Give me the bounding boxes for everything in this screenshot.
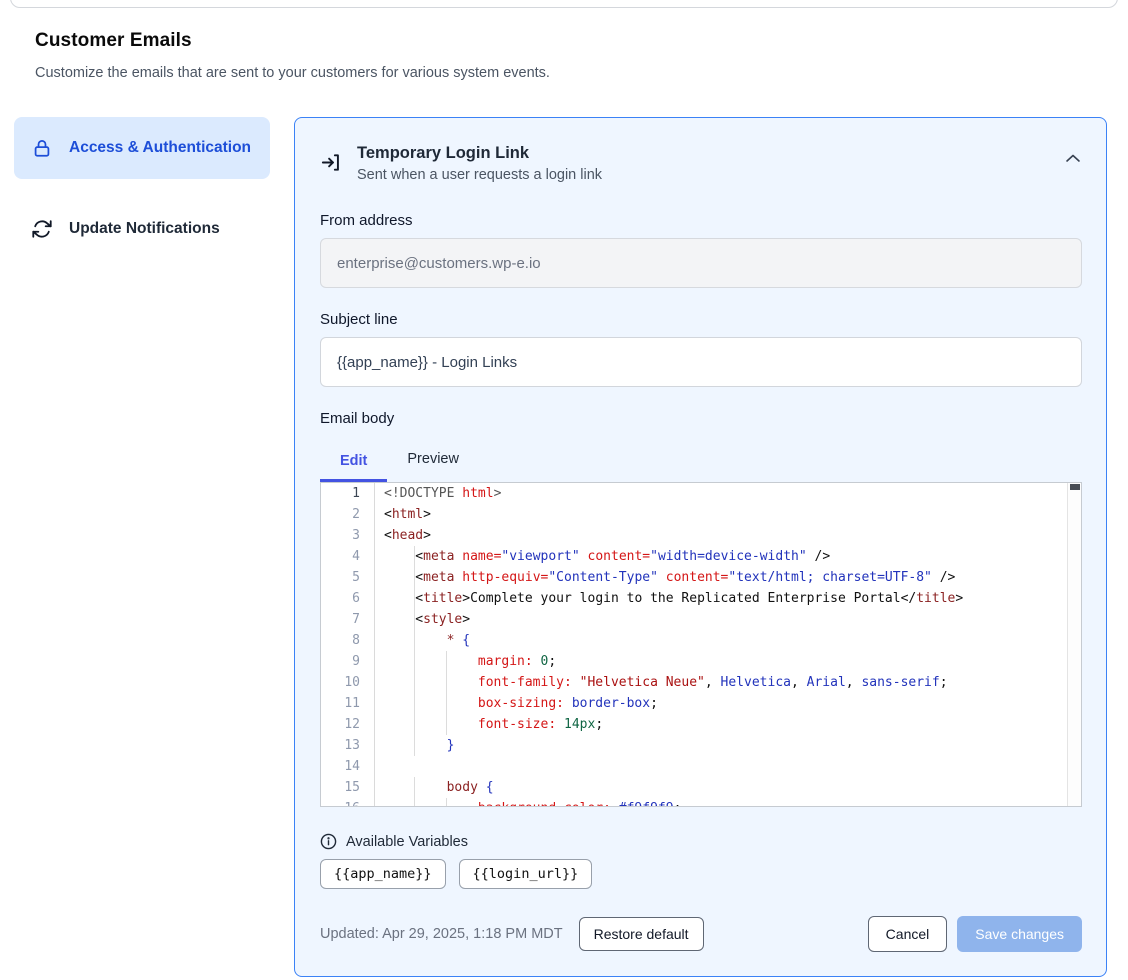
code-line[interactable]: 12font-size: 14px; (321, 714, 1081, 735)
email-settings-panel: Temporary Login Link Sent when a user re… (294, 117, 1107, 977)
code-line[interactable]: 13} (321, 735, 1081, 756)
code-line[interactable]: 4<meta name="viewport" content="width=de… (321, 546, 1081, 567)
panel-header: Temporary Login Link Sent when a user re… (320, 144, 1082, 183)
line-number: 5 (321, 567, 375, 588)
panel-footer: Updated: Apr 29, 2025, 1:18 PM MDT Resto… (320, 916, 1082, 952)
tab-preview[interactable]: Preview (387, 442, 479, 482)
email-body-tabs: Edit Preview (320, 442, 1082, 482)
email-body-label: Email body (320, 410, 1082, 427)
cancel-button[interactable]: Cancel (868, 916, 948, 952)
code-line[interactable]: 2<html> (321, 504, 1081, 525)
code-line[interactable]: 5<meta http-equiv="Content-Type" content… (321, 567, 1081, 588)
subject-line-label: Subject line (320, 311, 1082, 328)
from-address-label: From address (320, 212, 1082, 229)
line-number: 12 (321, 714, 375, 735)
available-variables-label: Available Variables (346, 834, 468, 850)
subject-line-value: {{app_name}} - Login Links (337, 354, 517, 371)
available-variables-header: Available Variables (320, 833, 1082, 850)
sidebar-item-update-notifications[interactable]: Update Notifications (14, 201, 270, 257)
save-changes-button[interactable]: Save changes (957, 916, 1082, 952)
code-line[interactable]: 16background-color: #f9f9f9; (321, 798, 1081, 807)
refresh-icon (30, 217, 54, 241)
line-number: 7 (321, 609, 375, 630)
from-address-input[interactable]: enterprise@customers.wp-e.io (320, 238, 1082, 288)
line-number: 10 (321, 672, 375, 693)
code-line[interactable]: 1<!DOCTYPE html> (321, 483, 1081, 504)
from-address-value: enterprise@customers.wp-e.io (337, 255, 541, 272)
line-number: 6 (321, 588, 375, 609)
variable-chip-login-url[interactable]: {{login_url}} (459, 859, 593, 889)
line-number: 14 (321, 756, 375, 777)
code-line[interactable]: 10font-family: "Helvetica Neue", Helveti… (321, 672, 1081, 693)
tab-edit[interactable]: Edit (320, 442, 387, 482)
line-number: 1 (321, 483, 375, 504)
restore-default-button[interactable]: Restore default (579, 917, 704, 951)
panel-title: Temporary Login Link (357, 144, 602, 163)
variable-chip-app-name[interactable]: {{app_name}} (320, 859, 446, 889)
line-number: 11 (321, 693, 375, 714)
editor-scrollbar-thumb[interactable] (1070, 484, 1080, 490)
page-title: Customer Emails (35, 30, 1093, 52)
line-number: 16 (321, 798, 375, 807)
code-line[interactable]: 7<style> (321, 609, 1081, 630)
page-subtitle: Customize the emails that are sent to yo… (35, 65, 1093, 81)
editor-scrollbar[interactable] (1067, 483, 1081, 806)
login-icon (320, 151, 343, 174)
line-number: 2 (321, 504, 375, 525)
chevron-up-icon[interactable] (1064, 152, 1082, 164)
line-number: 3 (321, 525, 375, 546)
sidebar: Access & Authentication Update Notificat… (14, 117, 270, 257)
line-number: 13 (321, 735, 375, 756)
sidebar-item-access-authentication[interactable]: Access & Authentication (14, 117, 270, 179)
line-number: 8 (321, 630, 375, 651)
lock-icon (30, 136, 54, 160)
sidebar-item-label: Update Notifications (69, 220, 220, 238)
subject-line-input[interactable]: {{app_name}} - Login Links (320, 337, 1082, 387)
code-line[interactable]: 14 (321, 756, 1081, 777)
code-line[interactable]: 6<title>Complete your login to the Repli… (321, 588, 1081, 609)
line-number: 9 (321, 651, 375, 672)
info-icon (320, 833, 337, 850)
sidebar-item-label: Access & Authentication (69, 139, 251, 157)
panel-subtitle: Sent when a user requests a login link (357, 167, 602, 183)
line-number: 15 (321, 777, 375, 798)
code-line[interactable]: 15body { (321, 777, 1081, 798)
code-line[interactable]: 9margin: 0; (321, 651, 1081, 672)
updated-timestamp: Updated: Apr 29, 2025, 1:18 PM MDT (320, 926, 563, 942)
page-header: Customer Emails Customize the emails tha… (0, 0, 1128, 81)
code-line[interactable]: 11box-sizing: border-box; (321, 693, 1081, 714)
code-editor[interactable]: 1<!DOCTYPE html>2<html>3<head>4<meta nam… (320, 482, 1082, 807)
variable-chips: {{app_name}} {{login_url}} (320, 859, 1082, 889)
code-line[interactable]: 3<head> (321, 525, 1081, 546)
line-number: 4 (321, 546, 375, 567)
code-line[interactable]: 8* { (321, 630, 1081, 651)
previous-card-remnant (10, 0, 1118, 8)
code-editor-lines: 1<!DOCTYPE html>2<html>3<head>4<meta nam… (321, 483, 1081, 807)
